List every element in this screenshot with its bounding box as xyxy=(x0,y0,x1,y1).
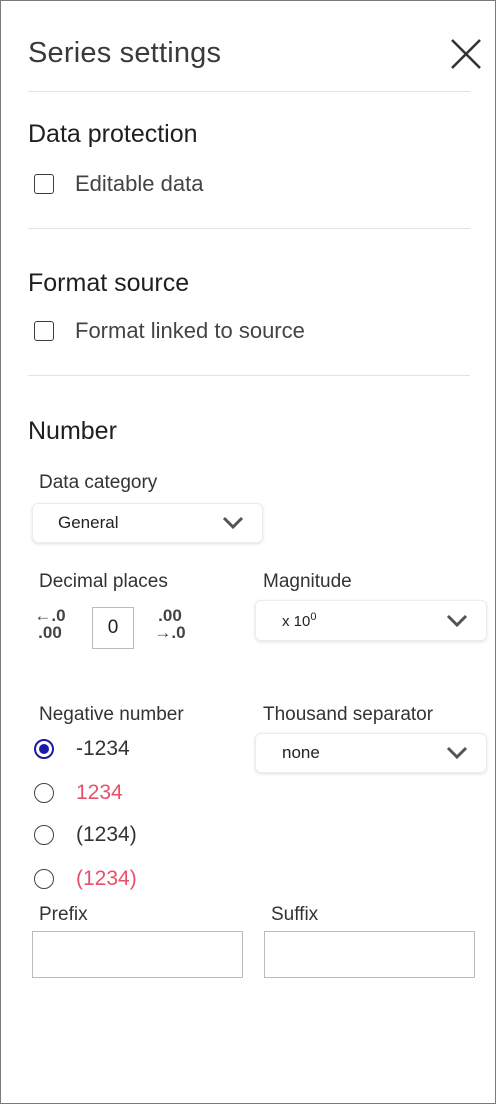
editable-data-label: Editable data xyxy=(75,171,204,196)
divider xyxy=(28,91,470,92)
format-linked-label: Format linked to source xyxy=(75,318,305,343)
editable-data-checkbox[interactable]: Editable data xyxy=(34,171,203,197)
chevron-down-icon xyxy=(446,614,468,627)
decimal-places-input[interactable]: 0 xyxy=(92,607,134,649)
format-linked-checkbox[interactable]: Format linked to source xyxy=(34,318,305,344)
prefix-label: Prefix xyxy=(39,904,88,925)
radio-button[interactable] xyxy=(34,783,54,803)
magnitude-label: Magnitude xyxy=(263,571,352,592)
format-source-title: Format source xyxy=(28,269,190,297)
negative-number-option[interactable]: (1234) xyxy=(34,867,137,891)
negative-number-option-label: -1234 xyxy=(76,737,130,760)
thousand-separator-dropdown[interactable]: none xyxy=(255,733,487,773)
decrease-decimal-icon[interactable]: ←.0.00 xyxy=(34,607,66,641)
close-icon[interactable] xyxy=(449,37,483,71)
data-protection-title: Data protection xyxy=(28,120,198,148)
thousand-separator-value: none xyxy=(282,743,320,762)
series-settings-panel: Series settings Data protection Editable… xyxy=(0,0,496,1104)
data-category-dropdown[interactable]: General xyxy=(32,503,263,543)
increase-decimal-icon[interactable]: .00 →.0 xyxy=(152,607,188,641)
chevron-down-icon xyxy=(222,516,244,530)
prefix-input[interactable] xyxy=(32,931,243,978)
negative-number-option[interactable]: (1234) xyxy=(34,823,137,847)
chevron-down-icon xyxy=(446,746,468,760)
suffix-label: Suffix xyxy=(271,904,319,925)
number-title: Number xyxy=(28,417,117,445)
negative-number-option-label: (1234) xyxy=(76,823,137,846)
data-category-value: General xyxy=(58,513,119,532)
decimal-places-label: Decimal places xyxy=(39,571,168,592)
data-category-label: Data category xyxy=(39,472,158,493)
negative-number-option-label: 1234 xyxy=(76,781,123,804)
negative-number-option[interactable]: 1234 xyxy=(34,781,123,805)
suffix-input[interactable] xyxy=(264,931,475,978)
divider xyxy=(28,375,470,376)
magnitude-dropdown[interactable]: x 100 xyxy=(255,600,487,641)
magnitude-value: x 100 xyxy=(282,611,317,630)
panel-title: Series settings xyxy=(28,37,222,69)
radio-button[interactable] xyxy=(34,739,54,759)
negative-number-option[interactable]: -1234 xyxy=(34,737,130,761)
thousand-separator-label: Thousand separator xyxy=(263,704,434,725)
checkbox-box[interactable] xyxy=(34,321,54,341)
checkbox-box[interactable] xyxy=(34,174,54,194)
negative-number-label: Negative number xyxy=(39,704,184,725)
radio-button[interactable] xyxy=(34,869,54,889)
divider xyxy=(28,228,470,229)
negative-number-option-label: (1234) xyxy=(76,867,137,890)
radio-button[interactable] xyxy=(34,825,54,845)
